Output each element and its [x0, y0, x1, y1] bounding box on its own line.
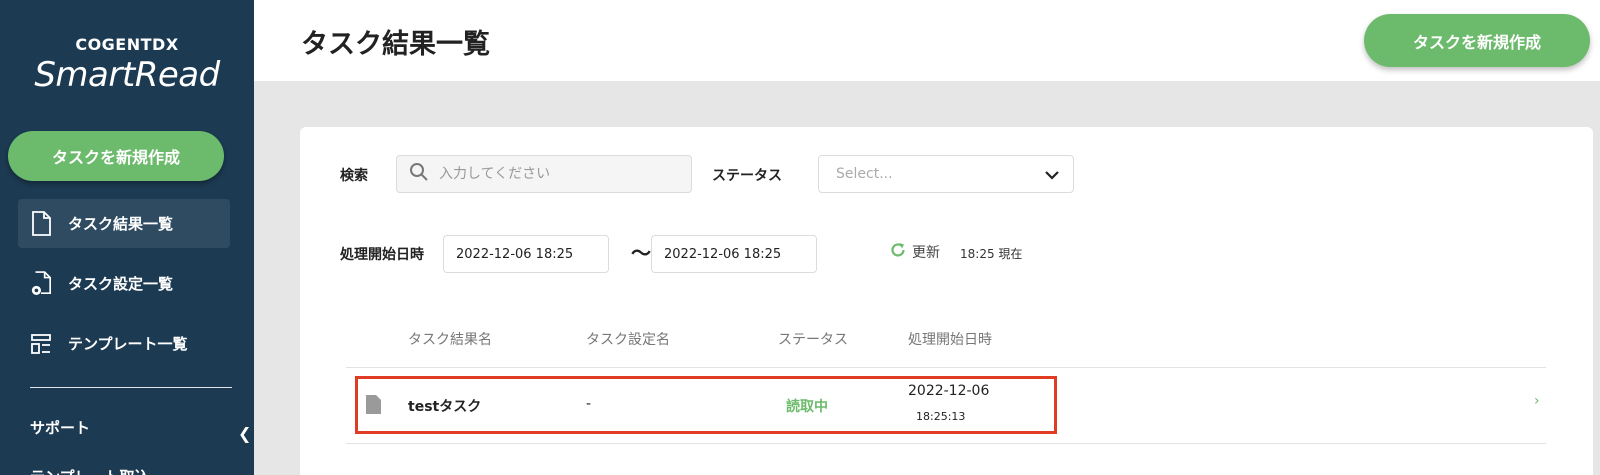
- page-title: タスク結果一覧: [301, 29, 490, 60]
- sidebar-item-label: タスク結果一覧: [68, 215, 174, 233]
- sidebar-item-label: タスク設定一覧: [68, 275, 174, 293]
- chevron-left-icon[interactable]: ❮: [238, 424, 251, 443]
- column-header-start-datetime[interactable]: 処理開始日時: [908, 329, 992, 349]
- row-task-setting: -: [586, 396, 592, 412]
- date-from-input[interactable]: 2022-12-06 18:25: [443, 235, 609, 273]
- search-label: 検索: [340, 168, 368, 184]
- document-icon: [30, 211, 52, 237]
- sidebar: COGENTDX SmartRead タスクを新規作成 タスク結果一覧 タスク設…: [0, 0, 254, 475]
- refresh-button[interactable]: 更新: [890, 242, 940, 262]
- as-of-time: 18:25 現在: [960, 247, 1023, 261]
- sidebar-item-templates[interactable]: テンプレート一覧: [18, 319, 230, 368]
- template-icon: [30, 331, 52, 357]
- sidebar-link-template-import[interactable]: テンプレート取込: [30, 466, 150, 475]
- refresh-icon: [890, 242, 906, 262]
- column-header-task-setting-name[interactable]: タスク設定名: [586, 329, 670, 349]
- status-select[interactable]: Select...: [818, 155, 1074, 193]
- date-filter-label: 処理開始日時: [340, 247, 424, 263]
- header-new-task-button[interactable]: タスクを新規作成: [1364, 14, 1590, 67]
- row-task-name[interactable]: testタスク: [408, 396, 481, 416]
- sidebar-new-task-button[interactable]: タスクを新規作成: [8, 131, 224, 181]
- status-badge: 読取中: [786, 399, 828, 415]
- table-divider: [346, 443, 1546, 444]
- sidebar-item-task-results[interactable]: タスク結果一覧: [18, 199, 230, 248]
- search-icon: [409, 162, 429, 186]
- sidebar-item-label: テンプレート一覧: [68, 335, 188, 353]
- sidebar-link-support[interactable]: サポート: [30, 417, 90, 438]
- sidebar-item-task-settings[interactable]: タスク設定一覧: [18, 259, 230, 308]
- status-select-placeholder: Select...: [836, 166, 893, 182]
- brand-company: COGENTDX: [75, 35, 179, 54]
- search-field[interactable]: [396, 155, 692, 193]
- file-icon: [366, 395, 381, 418]
- table-divider: [346, 367, 1546, 368]
- results-card: 検索 ステータス Select... 処理開始日時 2022-12-06 18:…: [300, 127, 1593, 475]
- document-gear-icon: [30, 270, 52, 297]
- page-header: タスク結果一覧 タスクを新規作成: [254, 0, 1600, 81]
- chevron-down-icon: [1045, 165, 1059, 184]
- row-start-time: 18:25:13: [916, 410, 966, 423]
- status-filter-label: ステータス: [712, 168, 782, 184]
- date-to-input[interactable]: 2022-12-06 18:25: [651, 235, 817, 273]
- sidebar-divider: [30, 387, 232, 388]
- refresh-label: 更新: [912, 245, 940, 261]
- row-start-date: 2022-12-06: [908, 383, 990, 399]
- search-input[interactable]: [439, 166, 679, 182]
- date-range-separator: ～: [631, 241, 651, 265]
- column-header-task-result-name[interactable]: タスク結果名: [408, 329, 492, 349]
- row-chevron-icon[interactable]: ›: [1534, 393, 1540, 409]
- column-header-status[interactable]: ステータス: [778, 329, 848, 349]
- brand-logo[interactable]: SmartRead: [0, 55, 254, 95]
